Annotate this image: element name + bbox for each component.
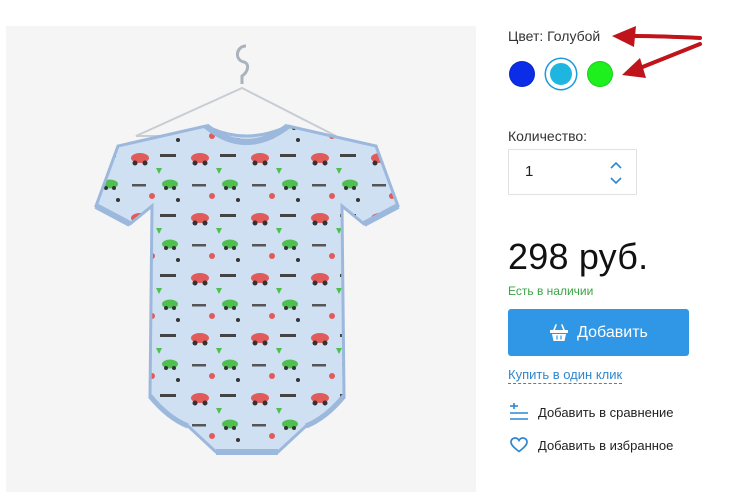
- color-label: Цвет: Голубой: [508, 28, 601, 44]
- compare-label: Добавить в сравнение: [538, 404, 674, 420]
- buy-one-click-link[interactable]: Купить в один клик: [508, 367, 623, 384]
- product-image[interactable]: [6, 26, 476, 492]
- quantity-stepper[interactable]: 1: [508, 149, 637, 195]
- color-swatch-light-blue[interactable]: [548, 61, 574, 87]
- stock-status: Есть в наличии: [508, 284, 594, 298]
- favorite-label: Добавить в избранное: [538, 437, 674, 453]
- add-to-cart-label: Добавить: [577, 323, 648, 341]
- basket-icon: [550, 323, 569, 341]
- quantity-label: Количество:: [508, 128, 588, 144]
- compare-icon: [508, 403, 530, 421]
- color-swatch-blue[interactable]: [509, 61, 535, 87]
- add-to-compare-link[interactable]: Добавить в сравнение: [508, 403, 674, 421]
- price: 298 руб.: [508, 236, 649, 277]
- chevron-down-icon[interactable]: [609, 175, 623, 187]
- add-to-favorites-link[interactable]: Добавить в избранное: [508, 436, 673, 454]
- bodysuit-illustration: [94, 44, 400, 455]
- heart-icon: [508, 436, 530, 454]
- add-to-cart-button[interactable]: Добавить: [508, 309, 689, 356]
- chevron-up-icon[interactable]: [609, 159, 623, 171]
- quantity-value[interactable]: 1: [525, 163, 533, 180]
- color-swatch-green[interactable]: [587, 61, 613, 87]
